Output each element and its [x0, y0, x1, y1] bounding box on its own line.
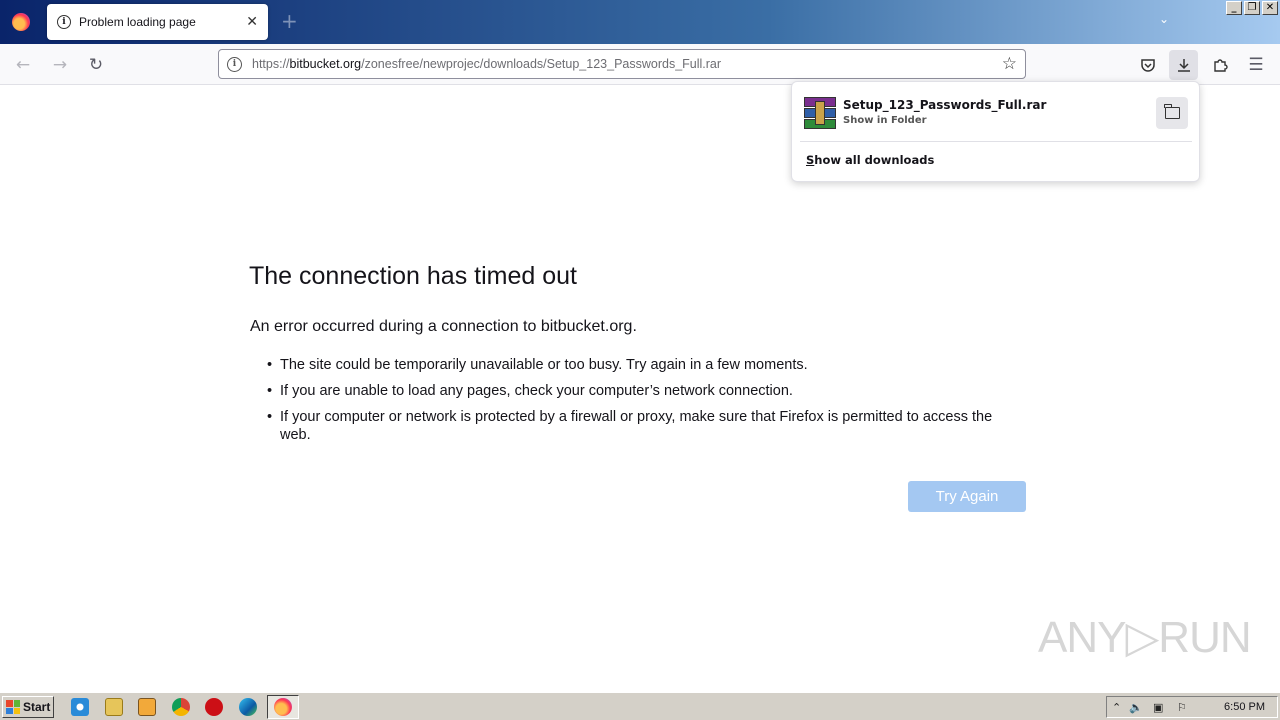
window-controls: _ ❐ ✕ [1226, 1, 1278, 15]
bookmark-star-icon[interactable]: ☆ [1002, 54, 1017, 74]
list-item: The site could be temporarily unavailabl… [267, 356, 1025, 374]
url-host: bitbucket.org [289, 57, 362, 71]
edge-icon[interactable] [239, 698, 257, 716]
info-icon: i [57, 15, 71, 29]
start-button[interactable]: Start [2, 696, 54, 718]
url-path: /zonesfree/newprojec/downloads/Setup_123… [361, 57, 722, 71]
close-window-button[interactable]: ✕ [1262, 1, 1278, 15]
file-explorer-icon[interactable] [105, 698, 123, 716]
url-text[interactable]: https://bitbucket.org/zonesfree/newproje… [252, 57, 1002, 71]
firefox-icon [274, 698, 292, 716]
taskbar: Start ⌃ 🔈 ▣ ⚐ 6:50 PM [0, 692, 1280, 720]
download-status: Show in Folder [843, 115, 927, 126]
volume-icon[interactable]: 🔈 [1129, 701, 1143, 714]
list-item: If you are unable to load any pages, che… [267, 382, 1025, 400]
tab-strip: i Problem loading page ✕ + ⌄ _ ❐ ✕ [0, 0, 1280, 44]
tray-expand-icon[interactable]: ⌃ [1112, 701, 1121, 714]
downloads-panel: Setup_123_Passwords_Full.rar Show in Fol… [791, 81, 1200, 182]
download-arrow-icon [1177, 59, 1190, 72]
firefox-logo-icon [12, 13, 30, 31]
action-center-flag-icon[interactable]: ⚐ [1177, 701, 1187, 714]
open-folder-button[interactable] [1156, 97, 1188, 129]
hamburger-menu-icon[interactable]: ☰ [1243, 52, 1269, 78]
error-description: An error occurred during a connection to… [250, 318, 637, 335]
taskbar-firefox-button[interactable] [267, 695, 299, 719]
start-label: Start [23, 700, 51, 714]
internet-explorer-icon[interactable] [71, 698, 89, 716]
divider [800, 141, 1192, 142]
error-suggestions-list: The site could be temporarily unavailabl… [267, 356, 1025, 452]
download-filename: Setup_123_Passwords_Full.rar [843, 98, 1047, 112]
tab-close-icon[interactable]: ✕ [246, 14, 258, 30]
system-tray: ⌃ 🔈 ▣ ⚐ 6:50 PM [1106, 696, 1278, 718]
pocket-icon[interactable] [1135, 52, 1161, 78]
navigation-toolbar: ← → ↻ i https://bitbucket.org/zonesfree/… [0, 44, 1280, 85]
list-item: If your computer or network is protected… [267, 408, 1025, 444]
url-scheme: https:// [252, 57, 290, 71]
winrar-archive-icon [804, 97, 836, 129]
try-again-button[interactable]: Try Again [908, 481, 1026, 512]
downloads-button[interactable] [1169, 50, 1198, 80]
extensions-puzzle-icon[interactable] [1207, 52, 1233, 78]
list-all-tabs-chevron-icon[interactable]: ⌄ [1159, 12, 1169, 26]
network-icon[interactable]: ▣ [1153, 701, 1163, 714]
anyrun-watermark: ANY▷RUN [1038, 613, 1252, 662]
reload-icon[interactable]: ↻ [83, 52, 109, 78]
windows-logo-icon [6, 700, 20, 714]
folder-icon [1164, 104, 1180, 119]
tab-title: Problem loading page [79, 15, 196, 29]
restore-button[interactable]: ❐ [1244, 1, 1260, 15]
url-bar[interactable]: i https://bitbucket.org/zonesfree/newpro… [218, 49, 1026, 79]
new-tab-button[interactable]: + [281, 11, 298, 31]
firefox-menu-button[interactable] [0, 0, 42, 44]
site-info-icon[interactable]: i [227, 56, 242, 72]
show-all-downloads-button[interactable]: Show all downloads [806, 153, 934, 167]
media-player-icon[interactable] [138, 698, 156, 716]
error-title: The connection has timed out [249, 262, 577, 290]
download-item[interactable]: Setup_123_Passwords_Full.rar Show in Fol… [802, 96, 1190, 132]
tab-active[interactable]: i Problem loading page ✕ [47, 4, 268, 40]
clock[interactable]: 6:50 PM [1224, 701, 1265, 713]
minimize-button[interactable]: _ [1226, 1, 1242, 15]
opera-icon[interactable] [205, 698, 223, 716]
chrome-icon[interactable] [172, 698, 190, 716]
back-arrow-icon[interactable]: ← [10, 52, 36, 78]
show-all-label: how all downloads [814, 153, 935, 167]
forward-arrow-icon[interactable]: → [47, 52, 73, 78]
